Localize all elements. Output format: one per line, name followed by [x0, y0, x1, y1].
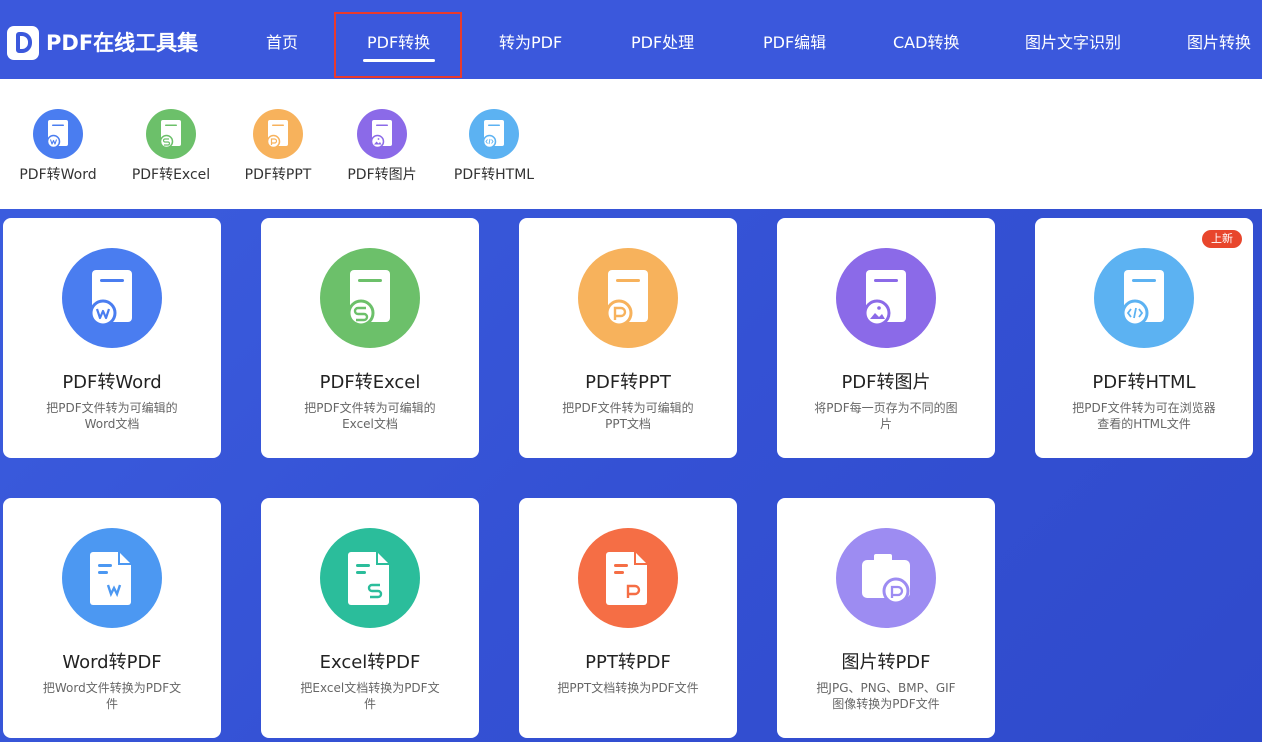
submenu-item-label: PDF转Word [19, 167, 97, 183]
ppt-doc-icon-glyph [605, 270, 648, 327]
ppt-to-pdf-icon-glyph [606, 552, 647, 605]
html-doc-icon [1094, 248, 1194, 348]
card-description: 将PDF每一页存为不同的图片 [814, 401, 958, 431]
card-title: PDF转PPT [585, 372, 671, 393]
card-excel-to-pdf[interactable]: Excel转PDF 把Excel文档转换为PDF文件 [261, 498, 479, 738]
nav-item-pdf-edit[interactable]: PDF编辑 [763, 31, 826, 55]
submenu-item-label: PDF转HTML [453, 167, 535, 183]
card-description: 把PDF文件转为可编辑的Word文档 [46, 401, 178, 431]
card-pdf-to-ppt[interactable]: PDF转PPT 把PDF文件转为可编辑的PPT文档 [519, 218, 737, 458]
excel-doc-icon-glyph [159, 120, 181, 149]
card-word-to-pdf[interactable]: Word转PDF 把Word文件转换为PDF文件 [3, 498, 221, 738]
card-image-to-pdf[interactable]: 图片转PDF 把JPG、PNG、BMP、GIF图像转换为PDF文件 [777, 498, 995, 738]
ppt-doc-icon-glyph [266, 120, 288, 149]
word-to-pdf-icon [62, 528, 162, 628]
image-doc-icon-glyph [370, 120, 392, 149]
nav-item-cad-convert[interactable]: CAD转换 [893, 31, 959, 55]
submenu-item-label: PDF转PPT [244, 167, 312, 183]
submenu-item-label: PDF转图片 [347, 167, 417, 183]
card-description: 把Excel文档转换为PDF文件 [300, 681, 440, 711]
nav-item-image-convert[interactable]: 图片转换 [1187, 31, 1251, 55]
submenu-item-pdf-to-ppt[interactable]: PDF转PPT [223, 79, 333, 209]
excel-doc-icon [146, 109, 196, 159]
card-pdf-to-word[interactable]: PDF转Word 把PDF文件转为可编辑的Word文档 [3, 218, 221, 458]
app-title[interactable]: PDF在线工具集 [46, 29, 198, 57]
word-to-pdf-icon-glyph [90, 552, 131, 605]
image-doc-icon [357, 109, 407, 159]
nav-item-pdf-process[interactable]: PDF处理 [631, 31, 694, 55]
submenu-item-pdf-to-html[interactable]: PDF转HTML [439, 79, 549, 209]
nav-active-underline [363, 59, 435, 62]
card-title: PDF转Word [62, 372, 162, 393]
card-title: PPT转PDF [585, 652, 671, 673]
card-description: 把PDF文件转为可编辑的PPT文档 [562, 401, 694, 431]
card-pdf-to-html[interactable]: 上新 PDF转HTML 把PDF文件转为可在浏览器查看的HTML文件 [1035, 218, 1253, 458]
card-description: 把PPT文档转换为PDF文件 [557, 681, 699, 695]
card-pdf-to-image[interactable]: PDF转图片 将PDF每一页存为不同的图片 [777, 218, 995, 458]
image-doc-icon-glyph [863, 270, 906, 327]
card-title: Word转PDF [62, 652, 162, 673]
submenu-item-pdf-to-excel[interactable]: PDF转Excel [116, 79, 226, 209]
nav-item-home[interactable]: 首页 [266, 31, 298, 55]
ppt-doc-icon [253, 109, 303, 159]
card-pdf-to-excel[interactable]: PDF转Excel 把PDF文件转为可编辑的Excel文档 [261, 218, 479, 458]
card-title: PDF转图片 [841, 372, 931, 393]
card-title: Excel转PDF [319, 652, 421, 673]
excel-doc-icon-glyph [347, 270, 390, 327]
card-description: 把JPG、PNG、BMP、GIF图像转换为PDF文件 [816, 681, 956, 711]
ppt-doc-icon [578, 248, 678, 348]
nav-item-to-pdf[interactable]: 转为PDF [499, 31, 562, 55]
card-title: PDF转Excel [319, 372, 421, 393]
nav-item-pdf-convert[interactable]: PDF转换 [367, 31, 430, 55]
excel-to-pdf-icon-glyph [348, 552, 389, 605]
html-doc-icon-glyph [1121, 270, 1164, 327]
card-ppt-to-pdf[interactable]: PPT转PDF 把PPT文档转换为PDF文件 [519, 498, 737, 738]
word-doc-icon [33, 109, 83, 159]
top-navigation: PDF在线工具集 首页 PDF转换 转为PDF PDF处理 PDF编辑 CAD转… [0, 0, 1262, 79]
card-description: 把PDF文件转为可编辑的Excel文档 [304, 401, 436, 431]
excel-to-pdf-icon [320, 528, 420, 628]
html-doc-icon-glyph [482, 120, 504, 149]
html-doc-icon [469, 109, 519, 159]
image-doc-icon [836, 248, 936, 348]
ppt-to-pdf-icon [578, 528, 678, 628]
submenu-item-pdf-to-image[interactable]: PDF转图片 [327, 79, 437, 209]
logo-icon[interactable] [7, 26, 39, 60]
word-doc-icon [62, 248, 162, 348]
submenu-item-pdf-to-word[interactable]: PDF转Word [3, 79, 113, 209]
card-description: 把PDF文件转为可在浏览器查看的HTML文件 [1072, 401, 1216, 431]
word-doc-icon-glyph [89, 270, 132, 327]
camera-icon [836, 528, 936, 628]
new-badge: 上新 [1202, 230, 1242, 248]
excel-doc-icon [320, 248, 420, 348]
submenu-item-label: PDF转Excel [131, 167, 211, 183]
word-doc-icon-glyph [46, 120, 68, 149]
card-title: PDF转HTML [1092, 372, 1196, 393]
camera-icon-glyph [862, 554, 910, 605]
card-title: 图片转PDF [841, 652, 931, 673]
card-description: 把Word文件转换为PDF文件 [42, 681, 182, 711]
pdf-convert-submenu: PDF转Word PDF转Excel PDF转PPT PDF转图片 PDF转HT… [0, 79, 1262, 209]
nav-item-ocr[interactable]: 图片文字识别 [1025, 31, 1121, 55]
